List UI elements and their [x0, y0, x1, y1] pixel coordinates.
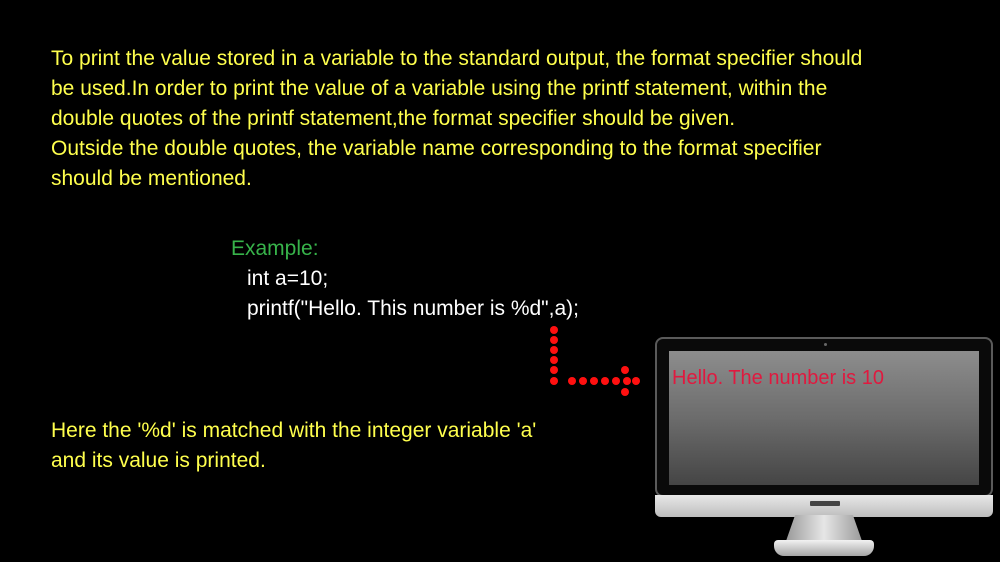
code-line-declaration: int a=10;	[247, 267, 329, 290]
monitor-base	[774, 540, 874, 556]
intro-line: be used.In order to print the value of a…	[51, 77, 828, 100]
monitor-bezel	[655, 337, 993, 497]
example-heading: Example:	[231, 237, 319, 260]
explanation-line: and its value is printed.	[51, 449, 266, 472]
example-block: Example: int a=10; printf("Hello. This n…	[231, 234, 579, 324]
intro-paragraph: To print the value stored in a variable …	[51, 44, 981, 194]
brand-logo	[810, 501, 840, 506]
screen-output-text: Hello. The number is 10	[672, 367, 884, 389]
explanation-paragraph: Here the '%d' is matched with the intege…	[51, 416, 536, 476]
camera-icon	[824, 343, 827, 346]
intro-line: Outside the double quotes, the variable …	[51, 137, 822, 160]
monitor-stand	[786, 515, 862, 541]
intro-line: double quotes of the printf statement,th…	[51, 107, 736, 130]
code-line-printf: printf("Hello. This number is %d",a);	[247, 297, 579, 320]
intro-line: should be mentioned.	[51, 167, 252, 190]
intro-line: To print the value stored in a variable …	[51, 47, 863, 70]
explanation-line: Here the '%d' is matched with the intege…	[51, 419, 537, 442]
monitor-chin	[655, 495, 993, 517]
